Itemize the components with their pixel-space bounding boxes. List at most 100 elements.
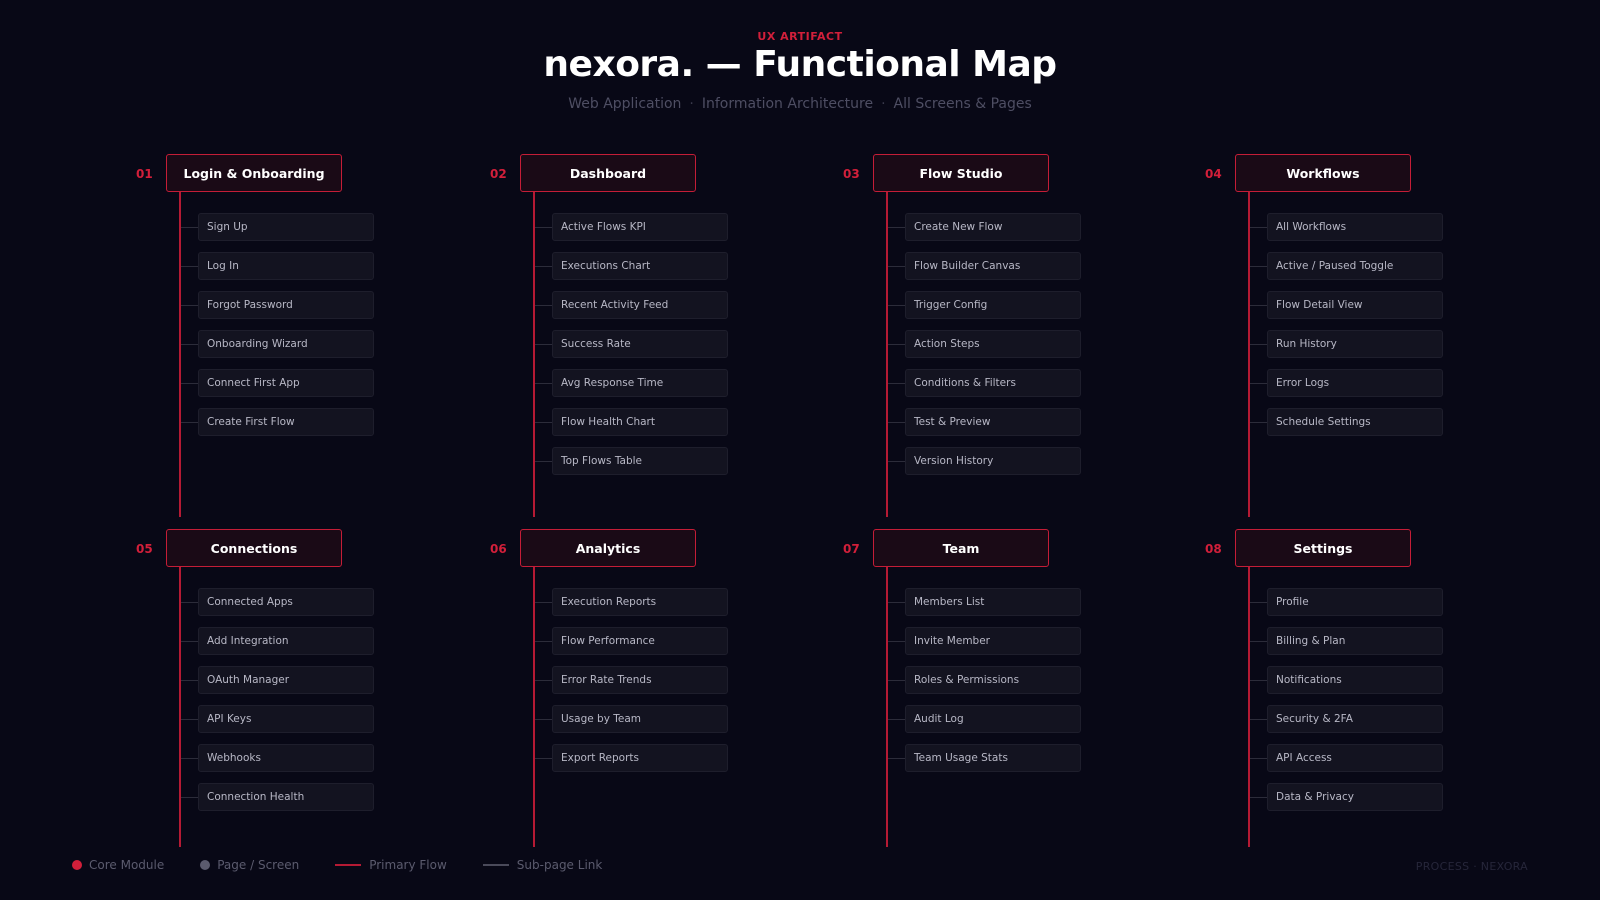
page-item[interactable]: Log In: [198, 252, 374, 280]
sub-page-link: [888, 383, 905, 384]
primary-flow-line: [179, 192, 181, 517]
page-item[interactable]: Schedule Settings: [1267, 408, 1443, 436]
page-item[interactable]: OAuth Manager: [198, 666, 374, 694]
sub-page-link: [1250, 602, 1267, 603]
legend-primary-flow: Primary Flow: [335, 858, 447, 872]
page-item[interactable]: Error Rate Trends: [552, 666, 728, 694]
page-item[interactable]: Success Rate: [552, 330, 728, 358]
page-item[interactable]: Export Reports: [552, 744, 728, 772]
page-item[interactable]: Data & Privacy: [1267, 783, 1443, 811]
page-item[interactable]: Profile: [1267, 588, 1443, 616]
page-item[interactable]: Connected Apps: [198, 588, 374, 616]
legend-label: Primary Flow: [369, 858, 447, 872]
page-item[interactable]: Recent Activity Feed: [552, 291, 728, 319]
module-number: 05: [136, 542, 153, 556]
sub-page-link: [181, 227, 198, 228]
module-title[interactable]: Analytics: [520, 529, 696, 567]
page-item[interactable]: API Keys: [198, 705, 374, 733]
sub-page-link: [535, 680, 552, 681]
module-title[interactable]: Login & Onboarding: [166, 154, 342, 192]
sub-page-link: [535, 305, 552, 306]
module-title[interactable]: Settings: [1235, 529, 1411, 567]
page-item[interactable]: Execution Reports: [552, 588, 728, 616]
page-item[interactable]: Sign Up: [198, 213, 374, 241]
page-item[interactable]: Connect First App: [198, 369, 374, 397]
module-title[interactable]: Flow Studio: [873, 154, 1049, 192]
page-item[interactable]: Avg Response Time: [552, 369, 728, 397]
page-item[interactable]: Webhooks: [198, 744, 374, 772]
sub-page-link: [1250, 266, 1267, 267]
page-item[interactable]: Onboarding Wizard: [198, 330, 374, 358]
module-number: 04: [1205, 167, 1222, 181]
module-grid: 01 Login & Onboarding Sign Up Log In Forgot …: [0, 0, 1600, 900]
sub-page-link: [1250, 719, 1267, 720]
page-item[interactable]: Invite Member: [905, 627, 1081, 655]
legend-label: Page / Screen: [217, 858, 300, 872]
module-number: 08: [1205, 542, 1222, 556]
page-item[interactable]: Flow Performance: [552, 627, 728, 655]
page-item[interactable]: API Access: [1267, 744, 1443, 772]
sub-page-link: [181, 266, 198, 267]
sub-page-link: [535, 758, 552, 759]
sub-page-link: [181, 305, 198, 306]
primary-flow-line-icon: [335, 864, 362, 866]
sub-page-link: [181, 680, 198, 681]
page-item[interactable]: All Workflows: [1267, 213, 1443, 241]
sub-page-link: [1250, 305, 1267, 306]
legend: Core Module Page / Screen Primary Flow S…: [72, 858, 638, 872]
page-item[interactable]: Error Logs: [1267, 369, 1443, 397]
primary-flow-line: [1248, 192, 1250, 517]
sub-page-link: [1250, 797, 1267, 798]
module-title[interactable]: Connections: [166, 529, 342, 567]
legend-core-module: Core Module: [72, 858, 164, 872]
page-item[interactable]: Run History: [1267, 330, 1443, 358]
page-item[interactable]: Roles & Permissions: [905, 666, 1081, 694]
primary-flow-line: [179, 567, 181, 847]
page-item[interactable]: Notifications: [1267, 666, 1443, 694]
sub-page-link: [181, 641, 198, 642]
page-item[interactable]: Test & Preview: [905, 408, 1081, 436]
page-item[interactable]: Flow Health Chart: [552, 408, 728, 436]
sub-page-link: [888, 719, 905, 720]
page-item[interactable]: Version History: [905, 447, 1081, 475]
sub-page-link: [1250, 344, 1267, 345]
page-item[interactable]: Flow Builder Canvas: [905, 252, 1081, 280]
sub-page-link: [181, 602, 198, 603]
page-item[interactable]: Create New Flow: [905, 213, 1081, 241]
module-title[interactable]: Workflows: [1235, 154, 1411, 192]
page-item[interactable]: Members List: [905, 588, 1081, 616]
page-item[interactable]: Active Flows KPI: [552, 213, 728, 241]
page-item[interactable]: Connection Health: [198, 783, 374, 811]
module-title[interactable]: Team: [873, 529, 1049, 567]
page-item[interactable]: Forgot Password: [198, 291, 374, 319]
page-item[interactable]: Create First Flow: [198, 408, 374, 436]
page-item[interactable]: Active / Paused Toggle: [1267, 252, 1443, 280]
legend-label: Sub-page Link: [516, 858, 603, 872]
page-item[interactable]: Add Integration: [198, 627, 374, 655]
page-item[interactable]: Top Flows Table: [552, 447, 728, 475]
module-number: 02: [490, 167, 507, 181]
sub-page-link: [535, 719, 552, 720]
page-item[interactable]: Executions Chart: [552, 252, 728, 280]
sub-page-link: [181, 797, 198, 798]
module-title[interactable]: Dashboard: [520, 154, 696, 192]
sub-page-link: [535, 383, 552, 384]
sub-page-link: [888, 680, 905, 681]
page-item[interactable]: Usage by Team: [552, 705, 728, 733]
page-item[interactable]: Conditions & Filters: [905, 369, 1081, 397]
core-module-dot-icon: [72, 860, 82, 870]
page-item[interactable]: Audit Log: [905, 705, 1081, 733]
page-item[interactable]: Security & 2FA: [1267, 705, 1443, 733]
page-item[interactable]: Trigger Config: [905, 291, 1081, 319]
page-item[interactable]: Billing & Plan: [1267, 627, 1443, 655]
page-item[interactable]: Flow Detail View: [1267, 291, 1443, 319]
module-number: 03: [843, 167, 860, 181]
sub-page-link: [535, 461, 552, 462]
sub-page-link-line-icon: [482, 864, 509, 866]
page-item[interactable]: Action Steps: [905, 330, 1081, 358]
page-item[interactable]: Team Usage Stats: [905, 744, 1081, 772]
legend-sub-page-link: Sub-page Link: [482, 858, 603, 872]
sub-page-link: [888, 641, 905, 642]
sub-page-link: [888, 227, 905, 228]
sub-page-link: [535, 344, 552, 345]
